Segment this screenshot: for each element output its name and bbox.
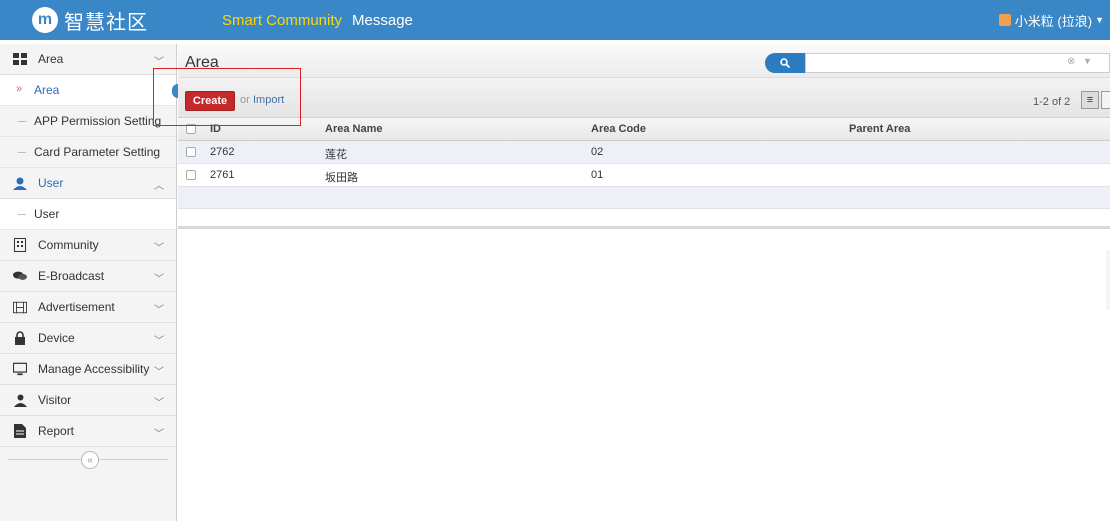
logo-mark-icon: m <box>32 7 58 33</box>
caret-down-icon[interactable]: ▼ <box>1083 56 1092 66</box>
nav-smart-community[interactable]: Smart Community <box>222 12 342 29</box>
sidebar-group-user[interactable]: User ︿ <box>0 168 176 199</box>
chevron-down-icon: ﹀ <box>154 429 164 440</box>
sidebar-group-label: Area <box>38 52 64 66</box>
sidebar-item-user[interactable]: User <box>0 199 176 230</box>
search-icon <box>780 58 790 68</box>
cell-id: 2761 <box>210 169 235 181</box>
person-icon <box>13 393 27 407</box>
sidebar: Area ﹀ » Area APP Permission Setting Car… <box>0 44 177 521</box>
sidebar-group-label: Advertisement <box>38 300 115 314</box>
film-icon <box>13 300 27 314</box>
chevron-down-icon: ﹀ <box>154 57 164 68</box>
import-link[interactable]: Import <box>253 94 284 106</box>
sidebar-item-label: APP Permission Setting <box>34 114 162 128</box>
chevron-down-icon: ﹀ <box>154 305 164 316</box>
chevron-down-icon: ﹀ <box>154 398 164 409</box>
create-button[interactable]: Create <box>185 91 235 111</box>
sidebar-group-advertisement[interactable]: Advertisement ﹀ <box>0 292 176 323</box>
sidebar-group-label: Community <box>38 238 99 252</box>
list-view-icon[interactable]: ≡ <box>1081 91 1099 109</box>
lock-icon <box>13 331 27 345</box>
sidebar-item-area[interactable]: » Area <box>0 75 176 106</box>
kanban-view-icon[interactable] <box>1101 91 1110 109</box>
sidebar-group-label: Manage Accessibility <box>38 362 150 376</box>
search-input[interactable] <box>805 53 1110 73</box>
user-icon <box>13 176 27 190</box>
caret-down-icon: ▼ <box>1095 15 1104 25</box>
cell-area-name: 坂田路 <box>325 172 358 184</box>
monitor-icon <box>13 362 27 376</box>
clear-icon[interactable]: ⊗ <box>1067 56 1075 67</box>
sidebar-item-label: Area <box>34 83 60 97</box>
column-header-parent-area[interactable]: Parent Area <box>849 123 910 135</box>
sidebar-group-community[interactable]: Community ﹀ <box>0 230 176 261</box>
search-button[interactable] <box>765 53 805 73</box>
sidebar-group-device[interactable]: Device ﹀ <box>0 323 176 354</box>
data-table: ID Area Name Area Code Parent Area 2762 … <box>178 118 1110 229</box>
select-all-checkbox[interactable] <box>186 124 196 134</box>
chevron-down-icon: ﹀ <box>154 336 164 347</box>
row-checkbox[interactable] <box>186 170 196 180</box>
main-content: Area ⊗ ▼ Create or Import 1-2 of 2 ≡ ID … <box>178 44 1110 521</box>
column-header-id[interactable]: ID <box>210 123 221 135</box>
sidebar-item-app-permission[interactable]: APP Permission Setting <box>0 106 176 137</box>
user-avatar-icon <box>998 14 1011 26</box>
logo-text: 智慧社区 <box>64 9 148 34</box>
table-header-row: ID Area Name Area Code Parent Area <box>178 118 1110 141</box>
cell-id: 2762 <box>210 146 235 158</box>
collapse-sidebar-icon[interactable]: « <box>81 451 99 469</box>
table-footer-spacer <box>178 209 1110 229</box>
building-icon <box>13 238 27 252</box>
column-header-area-name[interactable]: Area Name <box>325 123 382 135</box>
cell-area-code: 02 <box>591 146 604 158</box>
row-checkbox[interactable] <box>186 147 196 157</box>
table-empty-row <box>178 187 1110 209</box>
logo[interactable]: m 智慧社区 <box>32 6 148 34</box>
toolbar: Create or Import 1-2 of 2 ≡ <box>178 78 1110 118</box>
document-icon <box>13 424 27 438</box>
column-header-area-code[interactable]: Area Code <box>591 123 646 135</box>
sidebar-group-visitor[interactable]: Visitor ﹀ <box>0 385 176 416</box>
sidebar-group-manage-accessibility[interactable]: Manage Accessibility ﹀ <box>0 354 176 385</box>
sidebar-item-card-parameter[interactable]: Card Parameter Setting <box>0 137 176 168</box>
sidebar-collapse-row: « <box>0 447 176 473</box>
chevron-down-icon: ﹀ <box>154 367 164 378</box>
edge-scroll-region <box>1106 250 1110 310</box>
user-menu[interactable]: 小米粒 (拉浪) ▼ <box>998 0 1104 40</box>
chevron-down-icon: ﹀ <box>154 243 164 254</box>
sidebar-group-area[interactable]: Area ﹀ <box>0 44 176 75</box>
cell-area-name: 莲花 <box>325 149 347 161</box>
double-arrow-icon: » <box>16 83 23 95</box>
pager-text: 1-2 of 2 <box>1033 96 1071 108</box>
chevron-down-icon: ﹀ <box>154 274 164 285</box>
cell-area-code: 01 <box>591 169 604 181</box>
top-bar: m 智慧社区 Smart Community Message 小米粒 (拉浪) … <box>0 0 1110 40</box>
table-row[interactable]: 2761 坂田路 01 <box>178 164 1110 187</box>
user-name: 小米粒 (拉浪) <box>1014 13 1093 29</box>
page-title: Area <box>185 54 219 71</box>
sidebar-group-e-broadcast[interactable]: E-Broadcast ﹀ <box>0 261 176 292</box>
sidebar-item-label: User <box>34 207 60 221</box>
grid-icon <box>13 52 27 66</box>
header-row: Area ⊗ ▼ <box>178 44 1110 78</box>
sidebar-group-label: Visitor <box>38 393 72 407</box>
sidebar-item-label: Card Parameter Setting <box>34 145 161 159</box>
sidebar-group-label: E-Broadcast <box>38 269 105 283</box>
sidebar-group-label: Report <box>38 424 75 438</box>
chevron-up-icon: ︿ <box>154 181 164 192</box>
top-nav: Smart Community Message <box>222 0 423 40</box>
or-text: or <box>240 94 250 106</box>
sidebar-group-label: User <box>38 176 64 190</box>
nav-message[interactable]: Message <box>352 12 413 29</box>
sidebar-group-report[interactable]: Report ﹀ <box>0 416 176 447</box>
table-row[interactable]: 2762 莲花 02 <box>178 141 1110 164</box>
sidebar-group-label: Device <box>38 331 75 345</box>
chat-icon <box>13 269 27 283</box>
